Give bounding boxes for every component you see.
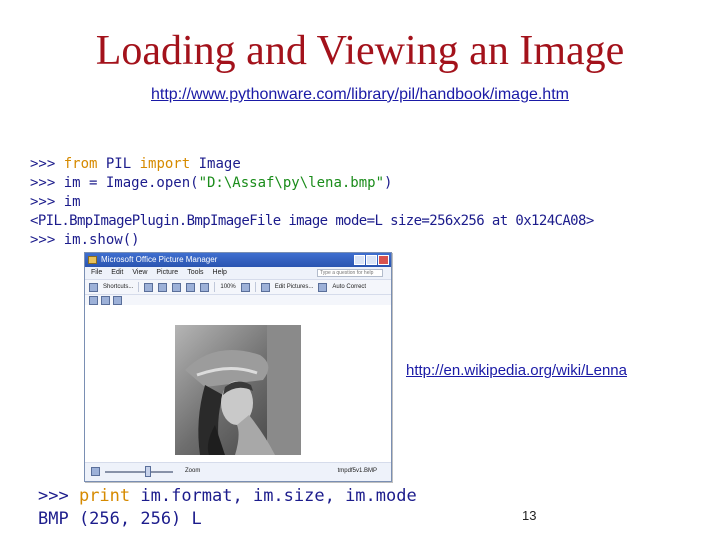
code-text: PIL	[97, 156, 140, 172]
close-button[interactable]	[378, 255, 389, 265]
toolbar-divider	[254, 282, 256, 292]
window-title-bar[interactable]: Microsoft Office Picture Manager	[85, 253, 391, 267]
code-line-6: >>> print im.format, im.size, im.mode	[38, 486, 417, 506]
help-icon[interactable]	[240, 282, 250, 292]
code-prompt: >>>	[38, 486, 79, 506]
code-prompt: >>>	[30, 156, 64, 172]
picture-canvas	[85, 305, 391, 459]
thumbnail-view-icon[interactable]	[89, 295, 98, 305]
menu-bar: File Edit View Picture Tools Help Type a…	[85, 267, 391, 280]
auto-correct-button[interactable]: Auto Correct	[332, 284, 366, 290]
window-title: Microsoft Office Picture Manager	[101, 255, 218, 264]
auto-correct-icon[interactable]	[318, 282, 328, 292]
status-bar: Zoom tmpdf5v1.BMP	[85, 462, 391, 481]
code-line-3: >>> im	[30, 194, 81, 210]
save-icon[interactable]	[144, 282, 154, 292]
menu-file[interactable]: File	[91, 267, 102, 279]
minimize-button[interactable]	[354, 255, 365, 265]
rotate-left-icon[interactable]	[186, 282, 196, 292]
zoom-select[interactable]: 100%	[220, 284, 235, 290]
wikipedia-lenna-link[interactable]: http://en.wikipedia.org/wiki/Lenna	[406, 362, 627, 379]
edit-pictures-icon[interactable]	[260, 282, 270, 292]
page-number: 13	[522, 508, 537, 523]
toolbar: Shortcuts... 100% Edit Pictures... Auto …	[85, 280, 391, 295]
slide-title: Loading and Viewing an Image	[95, 28, 625, 74]
code-keyword: import	[139, 156, 191, 172]
menu-tools[interactable]: Tools	[187, 267, 203, 279]
code-string: "D:\Assaf\py\lena.bmp"	[198, 175, 385, 191]
email-icon[interactable]	[172, 282, 182, 292]
zoom-slider-thumb[interactable]	[145, 466, 151, 477]
edit-pictures-button[interactable]: Edit Pictures...	[275, 284, 314, 290]
pil-handbook-link[interactable]: http://www.pythonware.com/library/pil/ha…	[151, 86, 569, 103]
single-picture-view-icon[interactable]	[113, 295, 122, 305]
code-prompt: >>>	[30, 175, 64, 191]
shortcuts-icon[interactable]	[89, 282, 98, 292]
status-zoom-label[interactable]: Zoom	[185, 468, 200, 474]
menu-edit[interactable]: Edit	[111, 267, 123, 279]
code-line-7: BMP (256, 256) L	[38, 509, 202, 529]
toolbar-divider	[214, 282, 216, 292]
zoom-slider-track[interactable]	[105, 471, 173, 473]
picture-manager-window[interactable]: Microsoft Office Picture Manager File Ed…	[84, 252, 392, 482]
code-keyword: from	[63, 156, 98, 172]
maximize-button[interactable]	[366, 255, 377, 265]
menu-picture[interactable]: Picture	[156, 267, 178, 279]
fit-icon[interactable]	[91, 467, 100, 476]
code-line-5: >>> im.show()	[30, 232, 140, 248]
shortcuts-button[interactable]: Shortcuts...	[103, 284, 133, 290]
print-icon[interactable]	[158, 282, 168, 292]
app-icon	[88, 256, 97, 264]
code-line-2: >>> im = Image.open("D:\Assaf\py\lena.bm…	[30, 174, 392, 192]
rotate-right-icon[interactable]	[200, 282, 210, 292]
menu-view[interactable]: View	[132, 267, 147, 279]
status-filename: tmpdf5v1.BMP	[337, 468, 377, 474]
code-keyword: print	[78, 486, 131, 506]
filmstrip-view-icon[interactable]	[101, 295, 110, 305]
code-line-4: <PIL.BmpImagePlugin.BmpImageFile image m…	[30, 213, 594, 229]
code-text: im.format, im.size, im.mode	[130, 486, 417, 506]
menu-help[interactable]: Help	[213, 267, 227, 279]
code-text: im = Image.open(	[63, 175, 199, 191]
help-search-input[interactable]: Type a question for help	[317, 269, 383, 277]
code-text: )	[384, 175, 393, 191]
toolbar-divider	[138, 282, 140, 292]
code-text: Image	[190, 156, 241, 172]
lena-photo	[175, 325, 301, 455]
code-line-1: >>> from PIL import Image	[30, 155, 241, 173]
